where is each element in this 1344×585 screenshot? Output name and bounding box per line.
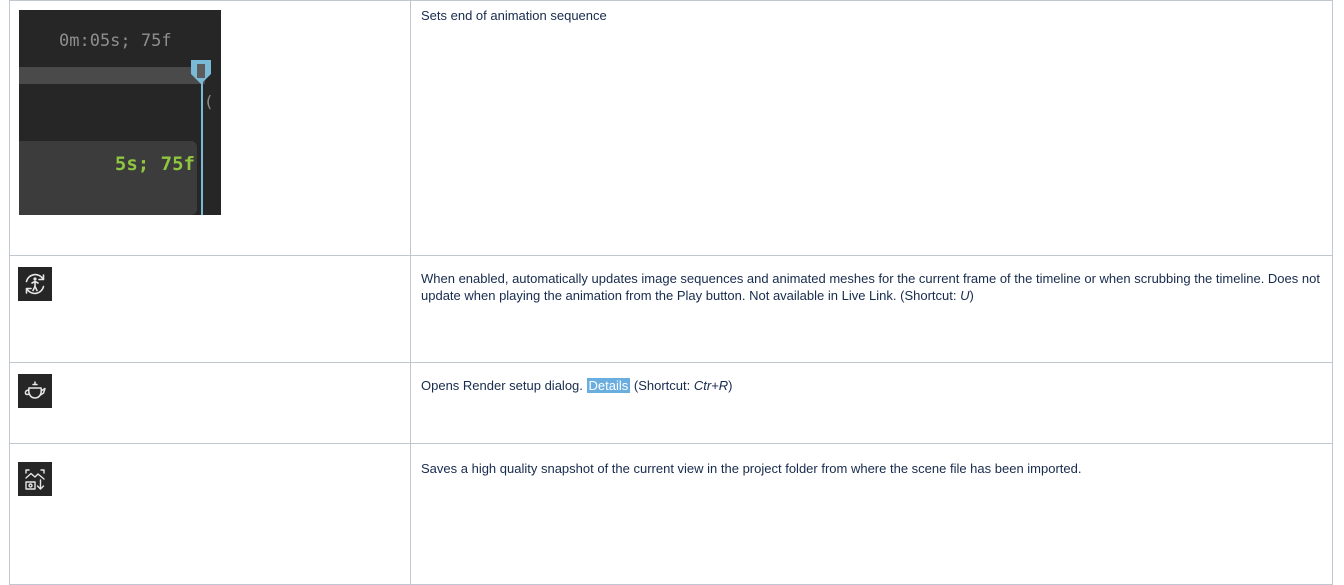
partial-label: (	[204, 92, 214, 111]
snapshot-button[interactable]	[18, 462, 52, 496]
shortcut-prefix: (Shortcut:	[630, 378, 694, 393]
teapot-icon	[24, 381, 46, 399]
table-row: Opens Render setup dialog. Details (Shor…	[9, 362, 1333, 444]
description-text: When enabled, automatically updates imag…	[421, 271, 1320, 303]
icon-cell	[9, 362, 411, 444]
description-text: Sets end of animation sequence	[421, 8, 607, 23]
shortcut-key: Ctr+R	[693, 378, 729, 393]
description-cell: Opens Render setup dialog. Details (Shor…	[410, 362, 1333, 444]
time-readout: 0m:05s; 75f	[59, 31, 172, 51]
details-link[interactable]: Details	[586, 378, 631, 393]
feature-table: 0m:05s; 75f ( 5s; 75f Sets end of animat…	[9, 0, 1333, 585]
auto-update-button[interactable]	[18, 267, 52, 301]
description-cell: When enabled, automatically updates imag…	[410, 255, 1333, 363]
frame-readout: 5s; 75f	[114, 153, 195, 175]
timeline-preview: 0m:05s; 75f ( 5s; 75f	[19, 10, 221, 215]
render-setup-button[interactable]	[18, 374, 52, 408]
auto-update-icon	[25, 273, 45, 295]
snapshot-icon	[25, 469, 45, 490]
icon-cell	[9, 443, 411, 585]
description-text: Opens Render setup dialog.	[421, 378, 587, 393]
table-row: 0m:05s; 75f ( 5s; 75f Sets end of animat…	[9, 0, 1333, 256]
description-cell: Saves a high quality snapshot of the cur…	[410, 443, 1333, 585]
shortcut-suffix: )	[969, 288, 974, 303]
frame-box: 5s; 75f	[19, 141, 197, 215]
end-marker-line	[201, 80, 203, 215]
table-row: Saves a high quality snapshot of the cur…	[9, 443, 1333, 585]
icon-cell: 0m:05s; 75f ( 5s; 75f	[9, 0, 411, 256]
table-row: When enabled, automatically updates imag…	[9, 255, 1333, 363]
icon-cell	[9, 255, 411, 363]
description-cell: Sets end of animation sequence	[410, 0, 1333, 256]
shortcut-suffix: )	[728, 378, 733, 393]
timeline-track[interactable]	[19, 67, 205, 84]
description-text: Saves a high quality snapshot of the cur…	[421, 461, 1082, 476]
